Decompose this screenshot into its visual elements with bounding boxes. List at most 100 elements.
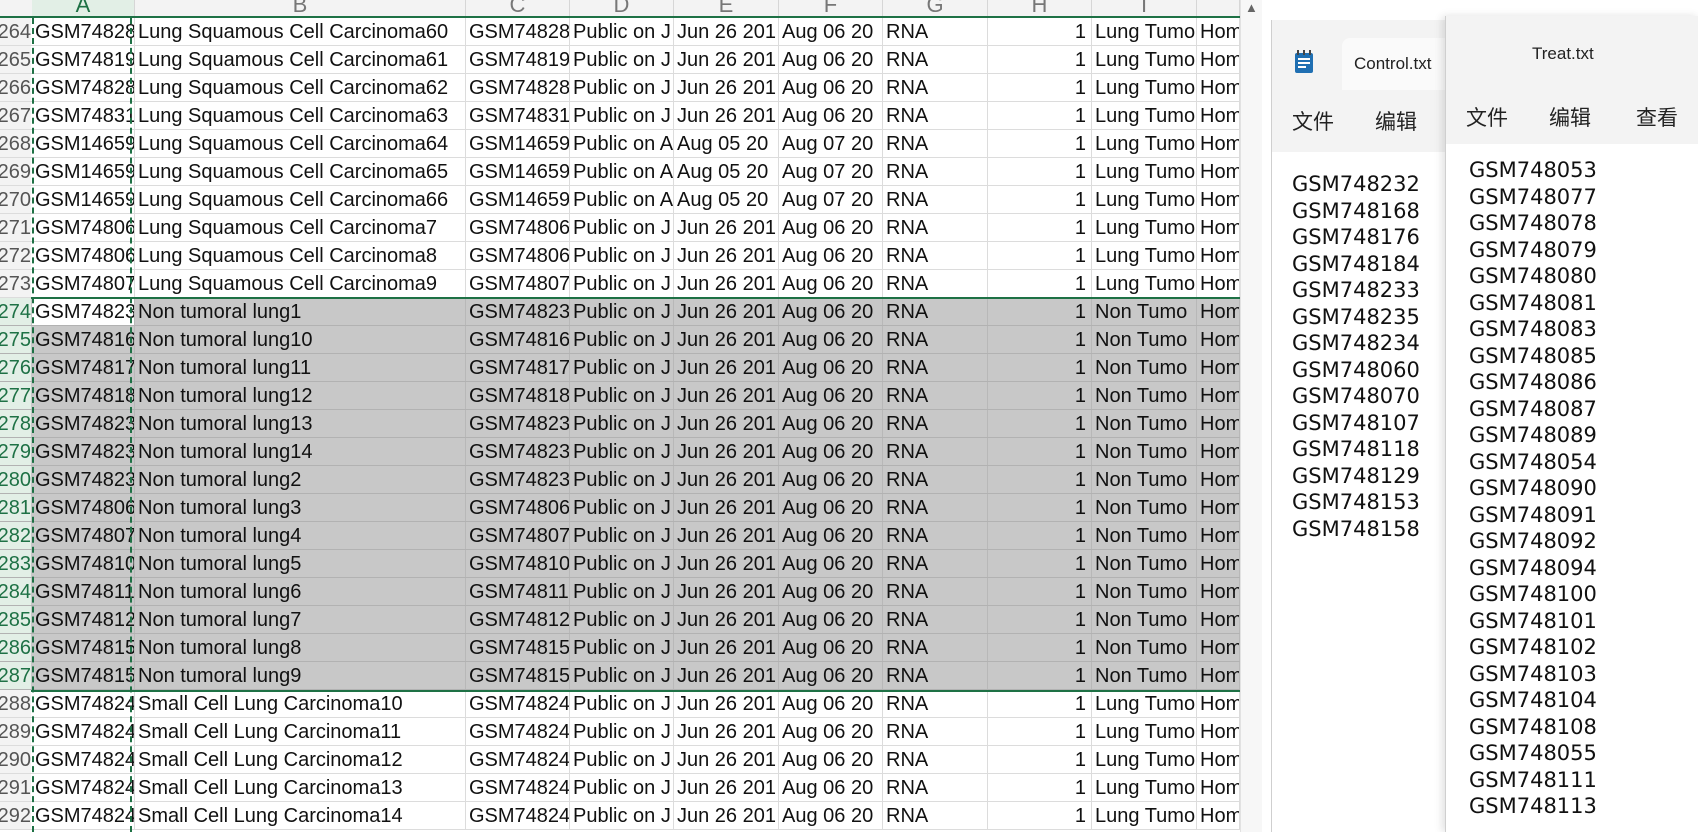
cell-f[interactable]: Aug 06 20 bbox=[779, 298, 883, 325]
cell-a[interactable]: GSM74824 bbox=[32, 774, 135, 801]
cell-c[interactable]: GSM74824 bbox=[466, 718, 570, 745]
cell-j[interactable]: Hom bbox=[1197, 18, 1240, 45]
cell-i[interactable]: Non Tumo bbox=[1092, 634, 1197, 661]
cell-a[interactable]: GSM74818 bbox=[32, 382, 135, 409]
cell-a[interactable]: GSM74816 bbox=[32, 326, 135, 353]
cell-b[interactable]: Lung Squamous Cell Carcinoma8 bbox=[135, 242, 466, 269]
cell-a[interactable]: GSM74806 bbox=[32, 214, 135, 241]
scroll-up-arrow-icon[interactable]: ▲ bbox=[1245, 0, 1258, 15]
cell-j[interactable]: Hom bbox=[1197, 690, 1240, 717]
cell-e[interactable]: Jun 26 201 bbox=[674, 270, 779, 297]
cell-e[interactable]: Jun 26 201 bbox=[674, 102, 779, 129]
cell-d[interactable]: Public on J bbox=[570, 382, 674, 409]
cell-c[interactable]: GSM74819 bbox=[466, 46, 570, 73]
cell-i[interactable]: Non Tumo bbox=[1092, 550, 1197, 577]
cell-j[interactable]: Hom bbox=[1197, 102, 1240, 129]
cell-b[interactable]: Non tumoral lung8 bbox=[135, 634, 466, 661]
row-number[interactable]: 269 bbox=[0, 158, 31, 185]
cell-d[interactable]: Public on A bbox=[570, 130, 674, 157]
column-header-a[interactable]: A bbox=[32, 0, 135, 16]
cell-c[interactable]: GSM74817 bbox=[466, 354, 570, 381]
cell-e[interactable]: Jun 26 201 bbox=[674, 214, 779, 241]
cell-j[interactable]: Hom bbox=[1197, 354, 1240, 381]
cell-g[interactable]: RNA bbox=[883, 774, 988, 801]
cell-e[interactable]: Aug 05 20 bbox=[674, 186, 779, 213]
cell-c[interactable]: GSM74831 bbox=[466, 102, 570, 129]
row-number[interactable]: 283 bbox=[0, 550, 31, 577]
cell-e[interactable]: Jun 26 201 bbox=[674, 718, 779, 745]
cell-h[interactable]: 1 bbox=[988, 298, 1092, 325]
row-number[interactable]: 274 bbox=[0, 298, 31, 325]
cell-e[interactable]: Jun 26 201 bbox=[674, 298, 779, 325]
notepad-window-control[interactable]: Control.txt 文件 编辑 GSM748232 GSM748168 GSM7… bbox=[1271, 20, 1452, 832]
cell-d[interactable]: Public on J bbox=[570, 18, 674, 45]
row-number[interactable]: 272 bbox=[0, 242, 31, 269]
cell-j[interactable]: Hom bbox=[1197, 466, 1240, 493]
cell-e[interactable]: Jun 26 201 bbox=[674, 606, 779, 633]
cell-j[interactable]: Hom bbox=[1197, 242, 1240, 269]
cell-h[interactable]: 1 bbox=[988, 326, 1092, 353]
cell-h[interactable]: 1 bbox=[988, 718, 1092, 745]
cell-f[interactable]: Aug 06 20 bbox=[779, 606, 883, 633]
cell-f[interactable]: Aug 06 20 bbox=[779, 214, 883, 241]
cell-j[interactable]: Hom bbox=[1197, 410, 1240, 437]
cell-h[interactable]: 1 bbox=[988, 438, 1092, 465]
cell-d[interactable]: Public on A bbox=[570, 158, 674, 185]
cell-a[interactable]: GSM74824 bbox=[32, 718, 135, 745]
cell-a[interactable]: GSM14659 bbox=[32, 130, 135, 157]
cell-i[interactable]: Lung Tumo bbox=[1092, 186, 1197, 213]
row-number[interactable]: 287 bbox=[0, 662, 31, 689]
cell-g[interactable]: RNA bbox=[883, 326, 988, 353]
cell-h[interactable]: 1 bbox=[988, 186, 1092, 213]
cell-i[interactable]: Lung Tumo bbox=[1092, 74, 1197, 101]
cell-a[interactable]: GSM14659 bbox=[32, 186, 135, 213]
cell-a[interactable]: GSM14659 bbox=[32, 158, 135, 185]
cell-j[interactable]: Hom bbox=[1197, 550, 1240, 577]
cell-d[interactable]: Public on J bbox=[570, 522, 674, 549]
cell-d[interactable]: Public on A bbox=[570, 186, 674, 213]
cell-g[interactable]: RNA bbox=[883, 690, 988, 717]
column-header-next[interactable] bbox=[1197, 0, 1240, 16]
cell-d[interactable]: Public on J bbox=[570, 494, 674, 521]
menu-edit[interactable]: 编辑 bbox=[1375, 106, 1417, 136]
cell-a[interactable]: GSM74823 bbox=[32, 466, 135, 493]
cell-d[interactable]: Public on J bbox=[570, 802, 674, 829]
cell-g[interactable]: RNA bbox=[883, 354, 988, 381]
cell-j[interactable]: Hom bbox=[1197, 494, 1240, 521]
cell-i[interactable]: Lung Tumo bbox=[1092, 18, 1197, 45]
cell-c[interactable]: GSM74828 bbox=[466, 18, 570, 45]
cell-a[interactable]: GSM74823 bbox=[32, 298, 135, 325]
cell-j[interactable]: Hom bbox=[1197, 802, 1240, 829]
row-number[interactable]: 291 bbox=[0, 774, 31, 801]
cell-f[interactable]: Aug 06 20 bbox=[779, 326, 883, 353]
cell-c[interactable]: GSM74824 bbox=[466, 802, 570, 829]
cell-d[interactable]: Public on J bbox=[570, 774, 674, 801]
cell-a[interactable]: GSM74807 bbox=[32, 522, 135, 549]
cell-c[interactable]: GSM74823 bbox=[466, 298, 570, 325]
cell-d[interactable]: Public on J bbox=[570, 270, 674, 297]
cell-e[interactable]: Jun 26 201 bbox=[674, 438, 779, 465]
cell-j[interactable]: Hom bbox=[1197, 382, 1240, 409]
row-number[interactable]: 266 bbox=[0, 74, 31, 101]
cell-d[interactable]: Public on J bbox=[570, 102, 674, 129]
cell-i[interactable]: Lung Tumo bbox=[1092, 130, 1197, 157]
cell-h[interactable]: 1 bbox=[988, 74, 1092, 101]
cell-g[interactable]: RNA bbox=[883, 662, 988, 689]
cell-g[interactable]: RNA bbox=[883, 410, 988, 437]
cell-j[interactable]: Hom bbox=[1197, 158, 1240, 185]
cell-e[interactable]: Aug 05 20 bbox=[674, 158, 779, 185]
cell-b[interactable]: Non tumoral lung13 bbox=[135, 410, 466, 437]
cell-g[interactable]: RNA bbox=[883, 158, 988, 185]
cell-j[interactable]: Hom bbox=[1197, 662, 1240, 689]
cell-a[interactable]: GSM74831 bbox=[32, 102, 135, 129]
cell-g[interactable]: RNA bbox=[883, 522, 988, 549]
cell-f[interactable]: Aug 06 20 bbox=[779, 690, 883, 717]
cell-d[interactable]: Public on J bbox=[570, 438, 674, 465]
cell-g[interactable]: RNA bbox=[883, 494, 988, 521]
cell-h[interactable]: 1 bbox=[988, 662, 1092, 689]
row-number[interactable]: 286 bbox=[0, 634, 31, 661]
cell-a[interactable]: GSM74806 bbox=[32, 242, 135, 269]
row-number[interactable]: 267 bbox=[0, 102, 31, 129]
cell-j[interactable]: Hom bbox=[1197, 746, 1240, 773]
cell-h[interactable]: 1 bbox=[988, 214, 1092, 241]
